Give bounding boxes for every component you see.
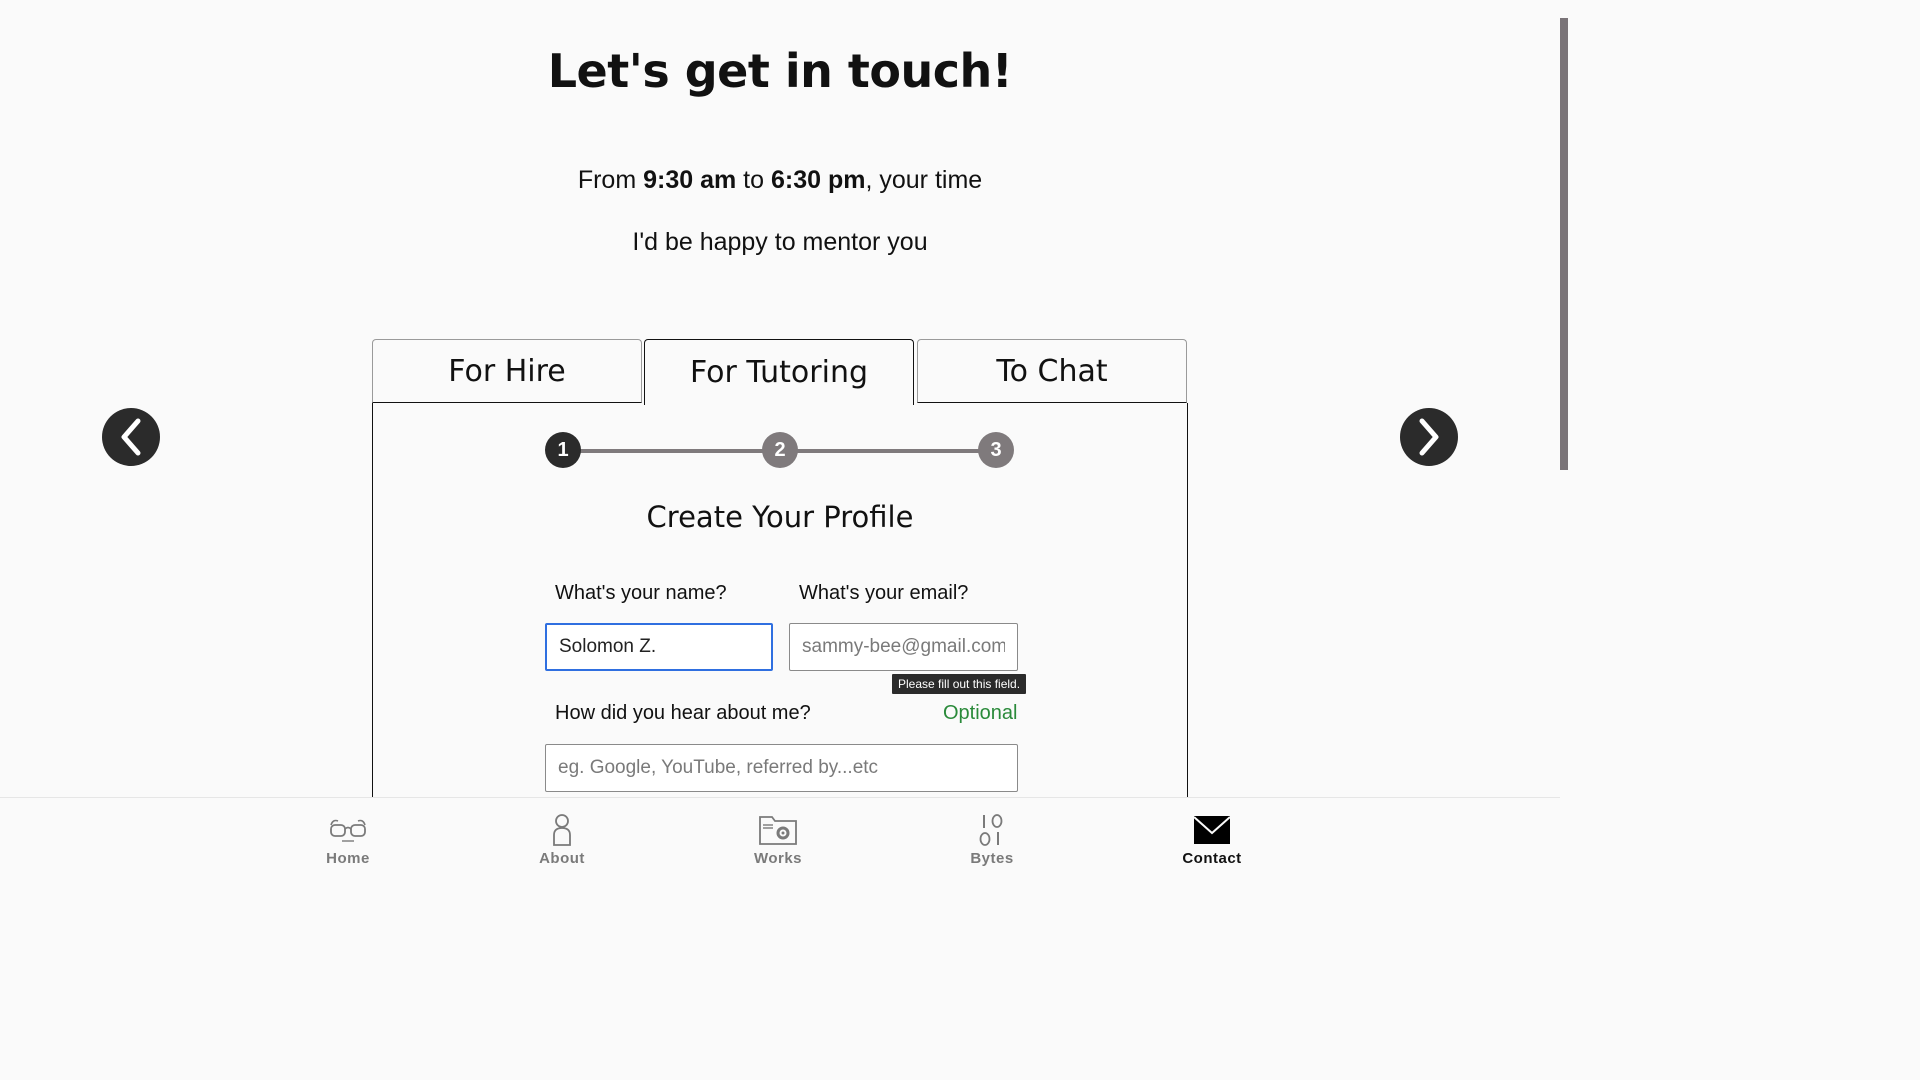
step-1: 1 <box>545 432 581 468</box>
nav-home[interactable]: Home <box>288 798 408 883</box>
person-icon <box>553 814 571 846</box>
hours-start: 9:30 am <box>643 166 737 194</box>
chevron-left-icon <box>121 418 141 456</box>
step-3: 3 <box>978 432 1014 468</box>
name-label: What's your name? <box>555 582 727 604</box>
nav-home-label: Home <box>326 850 370 867</box>
nav-bytes[interactable]: Bytes <box>932 798 1052 883</box>
contact-tabs: For Hire For Tutoring To Chat <box>372 339 1188 405</box>
nav-about[interactable]: About <box>502 798 622 883</box>
binary-icon <box>979 814 1003 846</box>
nav-contact-label: Contact <box>1182 850 1242 867</box>
nav-works[interactable]: Works <box>718 798 838 883</box>
tab-for-tutoring[interactable]: For Tutoring <box>644 339 914 405</box>
bottom-nav: Home About Works Bytes Contact <box>0 797 1560 883</box>
mentor-text: I'd be happy to mentor you <box>632 228 928 256</box>
form-title: Create Your Profile <box>646 500 914 534</box>
optional-tag: Optional <box>943 702 1018 724</box>
nav-bytes-label: Bytes <box>970 850 1014 867</box>
tab-for-hire[interactable]: For Hire <box>372 339 642 403</box>
nav-about-label: About <box>539 850 585 867</box>
email-label: What's your email? <box>799 582 969 604</box>
envelope-icon <box>1193 816 1231 844</box>
scrollbar[interactable] <box>1560 0 1568 882</box>
folder-gear-icon <box>759 816 797 845</box>
scrollbar-thumb[interactable] <box>1560 18 1568 470</box>
nav-contact[interactable]: Contact <box>1152 798 1272 883</box>
hours-end: 6:30 pm <box>770 166 866 194</box>
tab-to-chat[interactable]: To Chat <box>917 339 1187 403</box>
carousel-prev-button[interactable] <box>102 408 160 466</box>
carousel-next-button[interactable] <box>1400 408 1458 466</box>
validation-tooltip: Please fill out this field. <box>892 674 1027 694</box>
glasses-icon <box>330 819 366 842</box>
chevron-right-icon <box>1419 418 1439 456</box>
nav-works-label: Works <box>753 850 803 867</box>
email-input[interactable] <box>789 623 1018 671</box>
page-title: Let's get in touch! <box>547 44 1013 98</box>
referral-label: How did you hear about me? <box>555 702 811 724</box>
referral-input[interactable] <box>545 744 1018 792</box>
name-input[interactable] <box>545 623 773 671</box>
contact-page: Let's get in touch! From 9:30 am to 6:30… <box>0 0 1568 883</box>
step-2: 2 <box>762 432 798 468</box>
hours-text: From 9:30 am to 6:30 pm, your time <box>577 166 983 194</box>
